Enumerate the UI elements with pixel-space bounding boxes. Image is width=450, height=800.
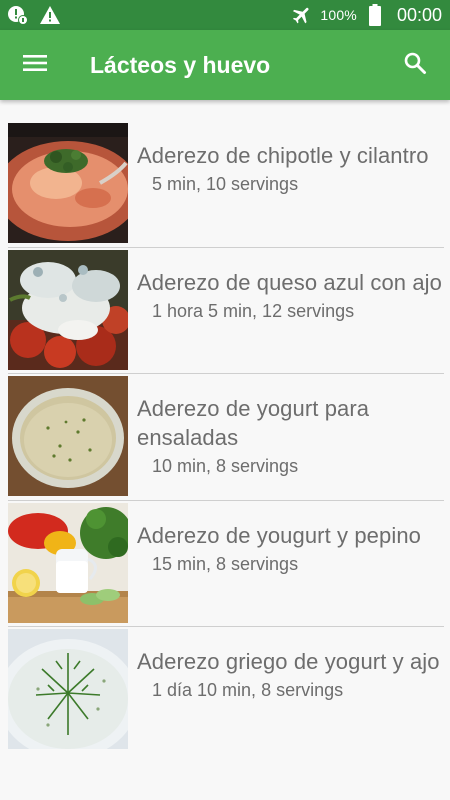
search-icon — [403, 51, 427, 80]
battery-percentage: 100% — [320, 7, 357, 23]
list-item[interactable]: Aderezo de yogurt para ensaladas 10 min,… — [8, 374, 444, 501]
recipe-meta: 5 min, 10 servings — [152, 174, 299, 194]
list-item[interactable]: Aderezo de queso azul con ajo 1 hora 5 m… — [8, 248, 444, 374]
list-item[interactable]: Aderezo de chipotle y cilantro 5 min, 10… — [8, 121, 444, 248]
menu-icon — [23, 54, 47, 77]
battery-icon — [363, 3, 387, 27]
blue-cheese-garlic-dressing-image — [8, 249, 128, 370]
airplane-mode-icon — [290, 3, 314, 27]
app-bar: Lácteos y huevo — [0, 30, 450, 100]
menu-button[interactable] — [0, 30, 70, 100]
recipe-list: Aderezo de chipotle y cilantro 5 min, 10… — [0, 100, 450, 800]
recipe-meta: 10 min, 8 servings — [152, 456, 299, 476]
page-title: Lácteos y huevo — [90, 51, 271, 78]
recipe-title: Aderezo griego de yogurt y ajo — [137, 649, 440, 674]
search-button[interactable] — [380, 30, 450, 100]
recipe-meta: 1 hora 5 min, 12 servings — [152, 300, 355, 321]
yogurt-cucumber-dressing-image — [8, 502, 128, 623]
warning-icon — [38, 3, 62, 27]
security-alert-icon — [6, 3, 30, 27]
greek-yogurt-garlic-dressing-image — [8, 629, 128, 749]
recipe-title: Aderezo de yogurt para ensaladas — [137, 396, 370, 450]
recipe-title: Aderezo de chipotle y cilantro — [137, 143, 429, 168]
yogurt-salad-dressing-image — [8, 376, 128, 496]
recipe-title: Aderezo de yougurt y pepino — [137, 522, 422, 548]
recipe-title: Aderezo de queso azul con ajo — [137, 269, 443, 295]
recipe-meta: 1 día 10 min, 8 servings — [152, 680, 344, 700]
status-bar: 100% 00:00 — [0, 0, 450, 30]
list-item[interactable]: Aderezo griego de yogurt y ajo 1 día 10 … — [8, 627, 444, 754]
chipotle-cilantro-dressing-image — [8, 123, 128, 243]
list-item[interactable]: Aderezo de yougurt y pepino 15 min, 8 se… — [8, 501, 444, 627]
recipe-meta: 15 min, 8 servings — [152, 553, 299, 574]
clock: 00:00 — [396, 4, 442, 25]
